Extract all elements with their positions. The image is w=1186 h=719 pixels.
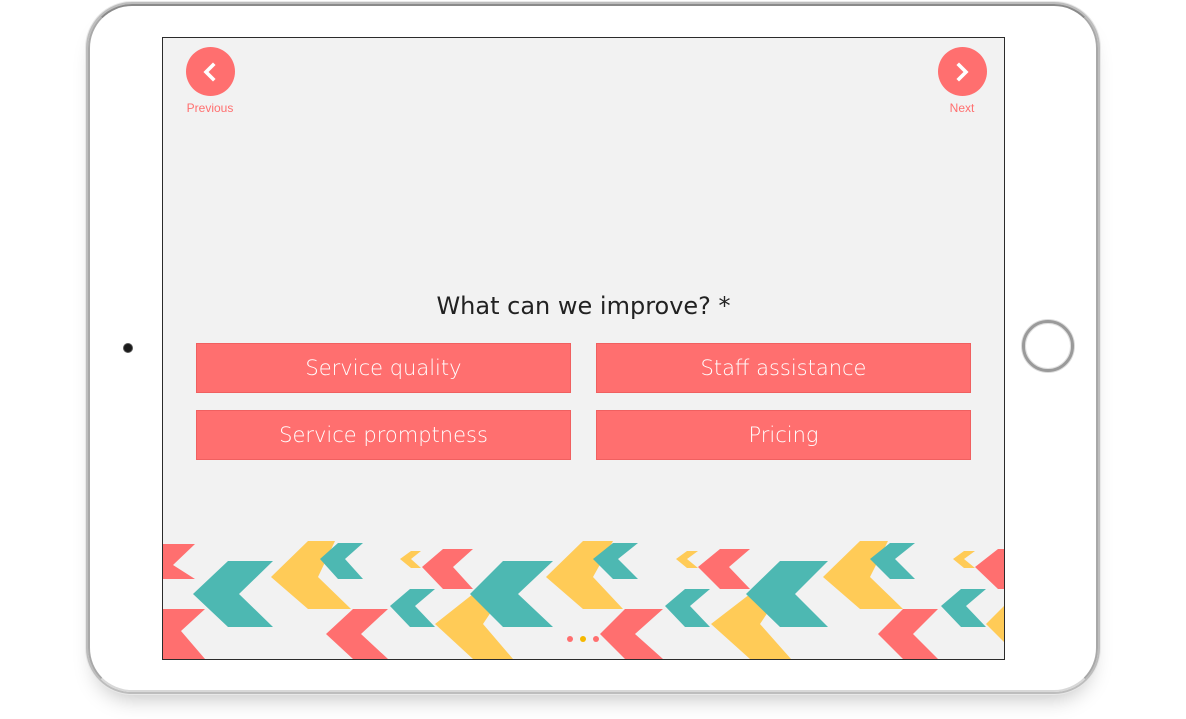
pagination-dots xyxy=(567,636,599,642)
chevron-shape xyxy=(676,551,698,568)
chevron-shape xyxy=(953,551,975,568)
previous-label: Previous xyxy=(186,101,234,115)
page-dot[interactable] xyxy=(567,636,573,642)
option-pricing[interactable]: Pricing xyxy=(596,410,971,460)
chevron-shape xyxy=(698,549,750,589)
chevron-shape xyxy=(975,549,1004,589)
chevron-shape xyxy=(390,589,435,627)
chevron-shape xyxy=(163,544,195,579)
chevron-shape xyxy=(665,589,710,627)
page-dot[interactable] xyxy=(593,636,599,642)
chevron-shape xyxy=(878,609,938,659)
chevron-shape xyxy=(422,549,473,589)
option-service-quality[interactable]: Service quality xyxy=(196,343,571,393)
chevron-shape xyxy=(400,551,421,568)
previous-circle[interactable] xyxy=(185,47,235,96)
next-circle[interactable] xyxy=(937,47,987,96)
chevron-right-icon xyxy=(956,61,969,82)
previous-button[interactable]: Previous xyxy=(180,47,240,115)
next-button[interactable]: Next xyxy=(932,47,992,115)
camera-icon xyxy=(124,344,132,352)
survey-screen: Previous Next What can we improve? * Ser… xyxy=(162,37,1005,660)
chevron-shape xyxy=(193,561,273,627)
next-label: Next xyxy=(949,101,975,115)
question-title: What can we improve? * xyxy=(436,292,731,320)
home-button[interactable] xyxy=(1022,320,1074,372)
chevron-left-icon xyxy=(203,61,216,82)
option-service-promptness[interactable]: Service promptness xyxy=(196,410,571,460)
chevron-shape xyxy=(986,606,1004,642)
chevron-shape xyxy=(941,589,986,627)
chevron-shape xyxy=(163,609,205,659)
chevron-shape xyxy=(600,609,663,659)
page-dot-active[interactable] xyxy=(580,636,586,642)
chevron-shape xyxy=(326,609,388,659)
option-staff-assistance[interactable]: Staff assistance xyxy=(596,343,971,393)
